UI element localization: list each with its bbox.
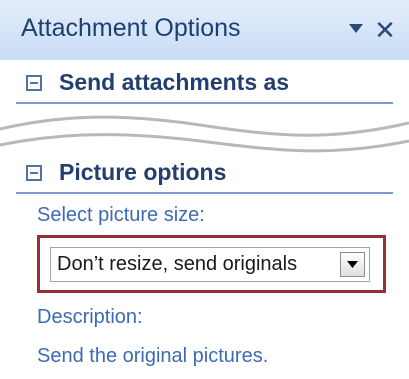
picture-size-label: Select picture size: [37, 204, 205, 226]
dropdown-arrow-icon[interactable] [340, 252, 365, 277]
collapse-icon[interactable] [26, 165, 42, 181]
attachment-options-pane: Attachment Options ✕ Send attachments as… [0, 0, 409, 379]
picture-size-highlight: Don’t resize, send originals [37, 235, 386, 293]
section-picture-options[interactable]: Picture options [16, 156, 393, 194]
description-text: Send the original pictures. [37, 345, 269, 367]
picture-size-select[interactable]: Don’t resize, send originals [50, 247, 370, 282]
pane-title: Attachment Options [21, 14, 241, 42]
close-icon[interactable]: ✕ [371, 16, 399, 44]
section-divider [16, 192, 393, 194]
description-label: Description: [37, 306, 143, 328]
pane-menu-dropdown-icon[interactable] [342, 16, 370, 44]
section-picture-options-label: Picture options [59, 159, 227, 185]
section-divider [16, 102, 393, 104]
section-send-attachments-as-label: Send attachments as [59, 69, 290, 95]
collapse-icon[interactable] [26, 75, 42, 91]
picture-size-selected-value: Don’t resize, send originals [57, 253, 298, 275]
torn-separator [0, 115, 409, 153]
section-send-attachments-as[interactable]: Send attachments as [16, 66, 393, 104]
pane-title-bar: Attachment Options ✕ [0, 0, 409, 60]
